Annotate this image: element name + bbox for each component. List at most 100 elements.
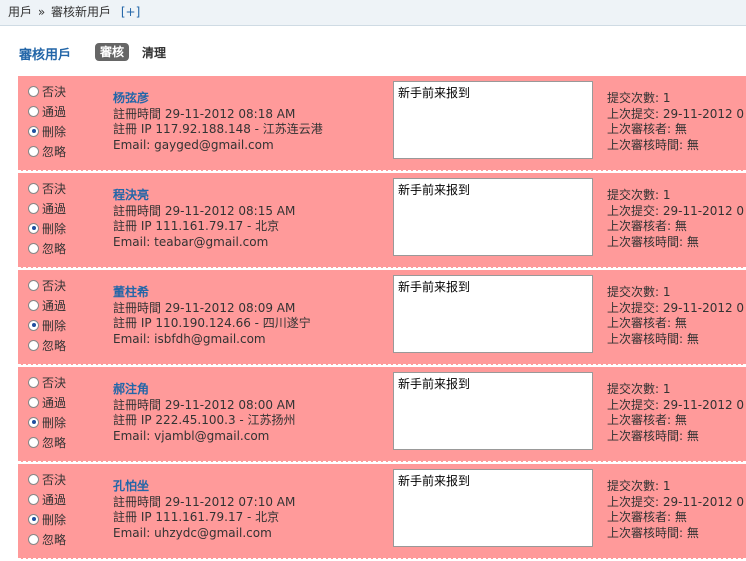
radio-button[interactable]	[28, 416, 39, 428]
reason-textarea[interactable]: 新手前来报到	[393, 372, 593, 450]
email-line: Email: teabar@gmail.com	[113, 234, 269, 249]
option-approve[interactable]: 通過	[28, 198, 66, 218]
action-options: 否決 通過 刪除 忽略	[28, 81, 66, 161]
user-row: 否決通過刪除忽略 郝注角 註冊時間 29-11-2012 08:00 AM 註冊…	[18, 367, 746, 462]
radio-button[interactable]	[28, 105, 39, 117]
username-link[interactable]: 程決亮	[113, 188, 149, 202]
option-delete[interactable]: 刪除	[28, 315, 66, 335]
last-submit-line: 上次提交: 29-11-2012 0	[607, 106, 745, 121]
tab-clean[interactable]: 清理	[142, 44, 166, 61]
option-label: 刪除	[42, 124, 67, 139]
radio-button[interactable]	[28, 473, 39, 485]
review-stats: 提交次數: 1 上次提交: 29-11-2012 0 上次審核者: 無 上次審核…	[607, 91, 744, 153]
username-link[interactable]: 杨弦彦	[113, 91, 149, 105]
username-link[interactable]: 孔怕坐	[113, 479, 149, 493]
option-label: 通過	[42, 104, 67, 119]
radio-button[interactable]	[28, 202, 39, 214]
option-delete[interactable]: 刪除	[28, 218, 66, 238]
reg-time-line: 註冊時間 29-11-2012 08:15 AM	[113, 203, 296, 218]
radio-button[interactable]	[28, 436, 39, 448]
username-link[interactable]: 董柱希	[113, 285, 149, 299]
radio-button[interactable]	[28, 145, 39, 157]
reg-time-line: 註冊時間 29-11-2012 07:10 AM	[113, 494, 296, 509]
radio-button[interactable]	[28, 299, 39, 311]
option-approve[interactable]: 通過	[28, 392, 66, 412]
option-ignore[interactable]: 忽略	[28, 335, 66, 355]
option-label: 刪除	[42, 512, 67, 527]
submit-count-line: 提交次數: 1	[607, 479, 671, 493]
radio-button[interactable]	[28, 533, 39, 545]
reason-textarea[interactable]: 新手前来报到	[393, 81, 593, 159]
reg-ip-line: 註冊 IP 117.92.188.148 - 江苏连云港	[113, 122, 323, 136]
radio-button[interactable]	[28, 493, 39, 505]
radio-button[interactable]	[28, 513, 39, 525]
username-link[interactable]: 郝注角	[113, 382, 149, 396]
radio-button[interactable]	[28, 339, 39, 351]
tab-review[interactable]: 審核	[95, 43, 130, 61]
option-delete[interactable]: 刪除	[28, 412, 66, 432]
review-stats: 提交次數: 1 上次提交: 29-11-2012 0 上次審核者: 無 上次審核…	[607, 479, 744, 541]
option-label: 否決	[42, 84, 67, 99]
option-approve[interactable]: 通過	[28, 295, 66, 315]
user-info: 杨弦彦 註冊時間 29-11-2012 08:18 AM 註冊 IP 117.9…	[113, 91, 323, 153]
radio-button[interactable]	[28, 242, 39, 254]
breadcrumb-root-link[interactable]: 用戶	[8, 5, 32, 19]
last-submit-line: 上次提交: 29-11-2012 0	[607, 300, 745, 315]
radio-button[interactable]	[28, 182, 39, 194]
radio-button[interactable]	[28, 85, 39, 97]
reg-time-line: 註冊時間 29-11-2012 08:00 AM	[113, 397, 296, 412]
reason-textarea[interactable]: 新手前来报到	[393, 178, 593, 256]
option-label: 刪除	[42, 415, 67, 430]
user-info: 郝注角 註冊時間 29-11-2012 08:00 AM 註冊 IP 222.4…	[113, 382, 296, 444]
user-row: 否決通過刪除忽略 杨弦彦 註冊時間 29-11-2012 08:18 AM 註冊…	[18, 76, 746, 171]
option-delete[interactable]: 刪除	[28, 121, 66, 141]
option-approve[interactable]: 通過	[28, 101, 66, 121]
reg-ip-line: 註冊 IP 111.161.79.17 - 北京	[113, 219, 280, 233]
reason-textarea[interactable]: 新手前来报到	[393, 469, 593, 547]
radio-button[interactable]	[28, 125, 39, 137]
submit-count-line: 提交次數: 1	[607, 285, 671, 299]
action-options: 否決通過刪除忽略	[28, 372, 66, 452]
user-row: 否決 通過 刪除 忽略 董柱希 註冊時間 29-11-2012 08:09 AM 註冊…	[18, 270, 746, 365]
option-label: 通過	[42, 395, 67, 410]
breadcrumb-current: 審核新用戶	[51, 5, 112, 19]
radio-button[interactable]	[28, 376, 39, 388]
reg-ip-line: 註冊 IP 222.45.100.3 - 江苏扬州	[113, 413, 296, 427]
add-link[interactable]: [+]	[121, 5, 140, 19]
action-options: 否決通過刪除 忽略	[28, 275, 66, 355]
option-ignore[interactable]: 忽略	[28, 529, 66, 549]
option-reject[interactable]: 否決	[28, 372, 66, 392]
radio-button[interactable]	[28, 222, 39, 234]
last-reviewer-line: 上次審核者: 無	[607, 510, 687, 524]
reason-textarea[interactable]: 新手前来报到	[393, 275, 593, 353]
option-label: 否決	[42, 472, 67, 487]
radio-button[interactable]	[28, 319, 39, 331]
user-row: 否決通過刪除忽略 孔怕坐 註冊時間 29-11-2012 07:10 AM 註冊…	[18, 464, 746, 559]
option-reject[interactable]: 否決	[28, 469, 66, 489]
submit-count-line: 提交次數: 1	[607, 91, 671, 105]
last-review-time-line: 上次審核時間: 無	[607, 234, 699, 249]
option-reject[interactable]: 否決	[28, 275, 66, 295]
last-submit-line: 上次提交: 29-11-2012 0	[607, 397, 745, 412]
section-title: 審核用戶	[19, 48, 72, 63]
last-reviewer-line: 上次審核者: 無	[607, 413, 687, 427]
submit-count-line: 提交次數: 1	[607, 188, 671, 202]
option-label: 通過	[42, 201, 67, 216]
option-label: 忽略	[42, 144, 67, 159]
option-label: 通過	[42, 492, 67, 507]
option-reject[interactable]: 否決	[28, 178, 66, 198]
option-ignore[interactable]: 忽略	[28, 432, 66, 452]
radio-button[interactable]	[28, 396, 39, 408]
option-ignore[interactable]: 忽略	[28, 238, 66, 258]
last-reviewer-line: 上次審核者: 無	[607, 316, 687, 330]
radio-button[interactable]	[28, 279, 39, 291]
option-approve[interactable]: 通過	[28, 489, 66, 509]
action-options: 否決通過刪除 忽略	[28, 178, 66, 258]
option-label: 通過	[42, 298, 67, 313]
option-ignore[interactable]: 忽略	[28, 141, 66, 161]
reg-ip-line: 註冊 IP 111.161.79.17 - 北京	[113, 510, 280, 524]
option-reject[interactable]: 否決	[28, 81, 66, 101]
option-delete[interactable]: 刪除	[28, 509, 66, 529]
user-row: 否決通過刪除 忽略 程決亮 註冊時間 29-11-2012 08:15 AM 註冊…	[18, 173, 746, 268]
breadcrumb-separator: »	[37, 5, 46, 19]
